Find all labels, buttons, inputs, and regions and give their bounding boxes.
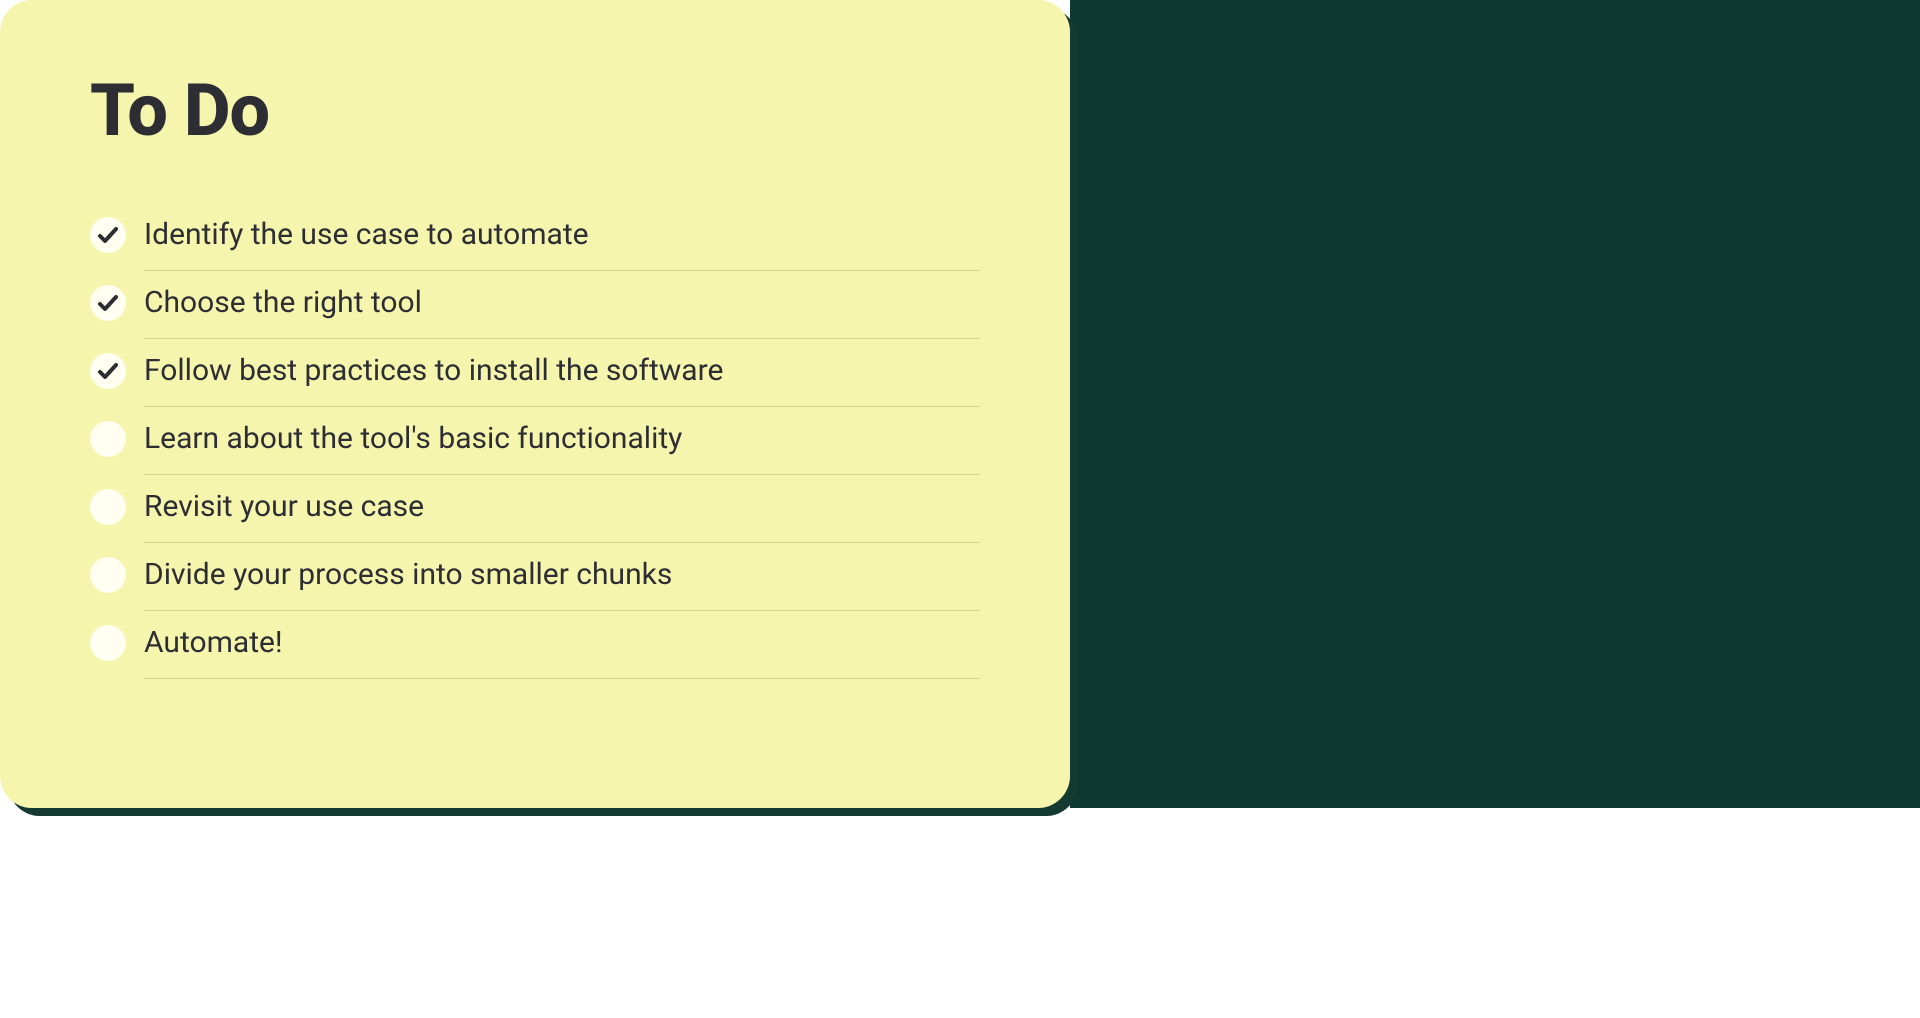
todo-item: Identify the use case to automate bbox=[90, 201, 980, 269]
todo-text: Revisit your use case bbox=[144, 489, 424, 524]
todo-text: Choose the right tool bbox=[144, 285, 422, 320]
checkbox[interactable] bbox=[90, 421, 126, 457]
background-panel bbox=[1070, 0, 1920, 808]
todo-text: Divide your process into smaller chunks bbox=[144, 557, 672, 592]
todo-text: Identify the use case to automate bbox=[144, 217, 589, 252]
checkbox[interactable] bbox=[90, 625, 126, 661]
todo-text-wrapper: Identify the use case to automate bbox=[144, 215, 980, 271]
check-icon bbox=[96, 223, 120, 247]
checkbox[interactable] bbox=[90, 285, 126, 321]
todo-list: Identify the use case to automate Choose… bbox=[90, 201, 980, 677]
todo-text-wrapper: Learn about the tool's basic functionali… bbox=[144, 419, 980, 475]
todo-text-wrapper: Divide your process into smaller chunks bbox=[144, 555, 980, 611]
todo-text-wrapper: Automate! bbox=[144, 623, 980, 679]
todo-item: Automate! bbox=[90, 609, 980, 677]
todo-item: Divide your process into smaller chunks bbox=[90, 541, 980, 609]
todo-card: To Do Identify the use case to automate … bbox=[0, 0, 1070, 808]
todo-text-wrapper: Choose the right tool bbox=[144, 283, 980, 339]
todo-text-wrapper: Revisit your use case bbox=[144, 487, 980, 543]
checkbox[interactable] bbox=[90, 353, 126, 389]
todo-text-wrapper: Follow best practices to install the sof… bbox=[144, 351, 980, 407]
card-title: To Do bbox=[90, 68, 980, 153]
todo-item: Follow best practices to install the sof… bbox=[90, 337, 980, 405]
checkbox[interactable] bbox=[90, 217, 126, 253]
check-icon bbox=[96, 359, 120, 383]
todo-text: Learn about the tool's basic functionali… bbox=[144, 421, 682, 456]
todo-item: Revisit your use case bbox=[90, 473, 980, 541]
todo-item: Choose the right tool bbox=[90, 269, 980, 337]
checkbox[interactable] bbox=[90, 489, 126, 525]
check-icon bbox=[96, 291, 120, 315]
todo-text: Automate! bbox=[144, 625, 283, 660]
todo-item: Learn about the tool's basic functionali… bbox=[90, 405, 980, 473]
todo-text: Follow best practices to install the sof… bbox=[144, 353, 723, 388]
checkbox[interactable] bbox=[90, 557, 126, 593]
